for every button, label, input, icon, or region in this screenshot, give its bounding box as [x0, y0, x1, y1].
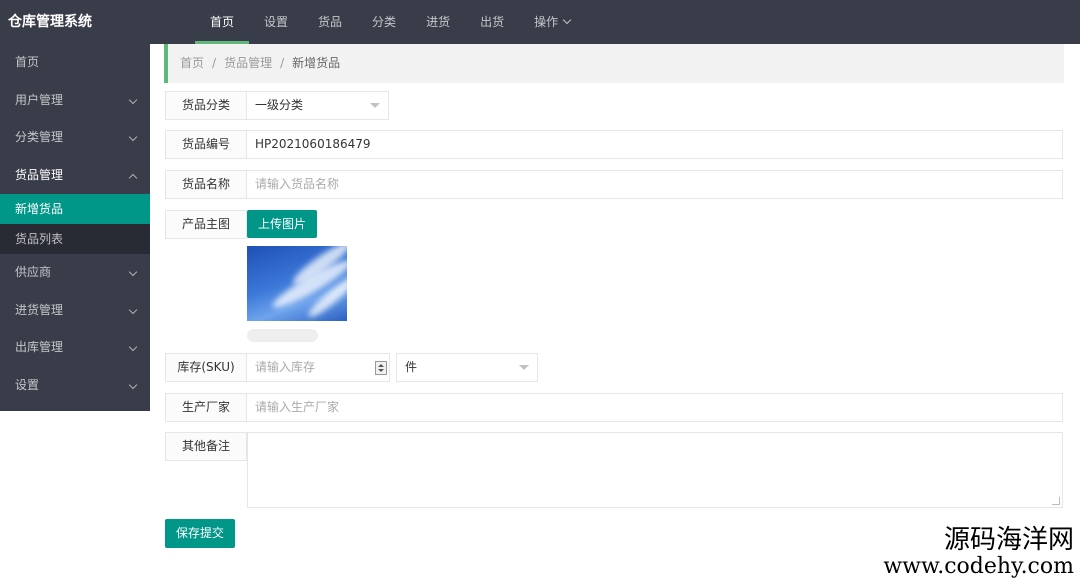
- sidebar-item-goods[interactable]: 货品管理: [0, 157, 150, 195]
- chevron-down-icon: [128, 380, 138, 389]
- sidebar-item-outbound[interactable]: 出库管理: [0, 329, 150, 367]
- topnav-settings[interactable]: 设置: [249, 0, 303, 44]
- breadcrumb-home[interactable]: 首页: [180, 56, 204, 70]
- stepper-down-icon: [378, 369, 384, 372]
- topnav-shipment[interactable]: 出货: [465, 0, 519, 44]
- topnav-operations-label: 操作: [534, 15, 559, 29]
- sidebar-item-home[interactable]: 首页: [0, 44, 150, 82]
- manufacturer-input[interactable]: 请输入生产厂家: [247, 393, 1063, 422]
- sidebar: 首页 用户管理 分类管理 货品管理 新增货品 货品列表 供应商 进货管理 出库管…: [0, 44, 150, 411]
- breadcrumb-current: 新增货品: [292, 56, 341, 70]
- topnav-operations[interactable]: 操作: [519, 0, 585, 44]
- chevron-down-icon: [128, 305, 138, 314]
- topnav-category[interactable]: 分类: [357, 0, 411, 44]
- topnav-purchase[interactable]: 进货: [411, 0, 465, 44]
- sidebar-item-label: 进货管理: [15, 302, 64, 317]
- chevron-down-icon: [128, 132, 138, 142]
- breadcrumb-goods[interactable]: 货品管理: [224, 56, 272, 70]
- watermark-title: 源码海洋网: [943, 525, 1074, 555]
- watermark-url: www.codehy.com: [883, 554, 1074, 579]
- breadcrumb: 首页 / 货品管理 / 新增货品: [164, 44, 1064, 83]
- app-title: 仓库管理系统: [8, 14, 92, 30]
- chevron-down-icon: [128, 267, 138, 277]
- sidebar-item-purchase[interactable]: 进货管理: [0, 292, 150, 330]
- name-input[interactable]: 请输入货品名称: [247, 170, 1063, 199]
- product-image-preview: [247, 246, 347, 321]
- upload-progress-bar: [247, 329, 318, 342]
- breadcrumb-separator: /: [280, 56, 285, 70]
- chevron-up-icon: [128, 173, 138, 182]
- image-label: 产品主图: [165, 210, 247, 239]
- topnav-goods[interactable]: 货品: [303, 0, 357, 44]
- name-label: 货品名称: [165, 170, 247, 199]
- sidebar-item-label: 设置: [15, 377, 40, 392]
- sidebar-item-label: 出库管理: [15, 340, 64, 354]
- category-select-value: 一级分类: [255, 98, 304, 112]
- chevron-down-icon: [128, 342, 138, 352]
- watermark: 源码海洋网 www.codehy.com: [883, 526, 1074, 580]
- stepper-up-icon: [378, 364, 384, 367]
- submit-button[interactable]: 保存提交: [165, 519, 235, 548]
- sidebar-subitem-add-goods[interactable]: 新增货品: [0, 194, 150, 224]
- sidebar-item-label: 分类管理: [15, 130, 64, 144]
- top-nav: 首页 设置 货品 分类 进货 出货 操作: [195, 0, 585, 44]
- remark-textarea[interactable]: [247, 432, 1063, 508]
- unit-select[interactable]: 件: [396, 353, 538, 382]
- stock-input[interactable]: 请输入库存: [247, 353, 390, 382]
- sidebar-item-label: 用户管理: [15, 92, 64, 107]
- sidebar-item-label: 首页: [15, 55, 40, 69]
- stock-label: 库存(SKU): [165, 353, 247, 382]
- category-select[interactable]: 一级分类: [247, 91, 389, 120]
- sidebar-item-label: 货品管理: [15, 167, 64, 182]
- chevron-down-icon: [128, 95, 138, 104]
- manufacturer-label: 生产厂家: [165, 393, 247, 422]
- chevron-down-icon: [562, 15, 572, 25]
- sidebar-subitem-goods-list[interactable]: 货品列表: [0, 224, 150, 254]
- remark-label: 其他备注: [165, 432, 247, 461]
- top-navbar: 仓库管理系统 首页 设置 货品 分类 进货 出货 操作: [0, 0, 1080, 44]
- unit-select-value: 件: [405, 360, 418, 374]
- resize-grip-icon[interactable]: [1052, 497, 1060, 505]
- code-label: 货品编号: [165, 130, 247, 159]
- sidebar-item-suppliers[interactable]: 供应商: [0, 254, 150, 292]
- sidebar-item-categories[interactable]: 分类管理: [0, 119, 150, 157]
- category-label: 货品分类: [165, 91, 247, 120]
- sidebar-item-users[interactable]: 用户管理: [0, 82, 150, 120]
- chevron-down-icon: [519, 365, 529, 370]
- chevron-down-icon: [370, 103, 380, 108]
- stock-stepper[interactable]: [375, 361, 387, 375]
- code-input[interactable]: HP2021060186479: [247, 130, 1063, 159]
- topnav-home[interactable]: 首页: [195, 0, 250, 44]
- breadcrumb-separator: /: [212, 56, 217, 70]
- sidebar-item-settings[interactable]: 设置: [0, 367, 150, 405]
- sidebar-item-label: 供应商: [15, 265, 52, 279]
- upload-image-button[interactable]: 上传图片: [247, 210, 317, 238]
